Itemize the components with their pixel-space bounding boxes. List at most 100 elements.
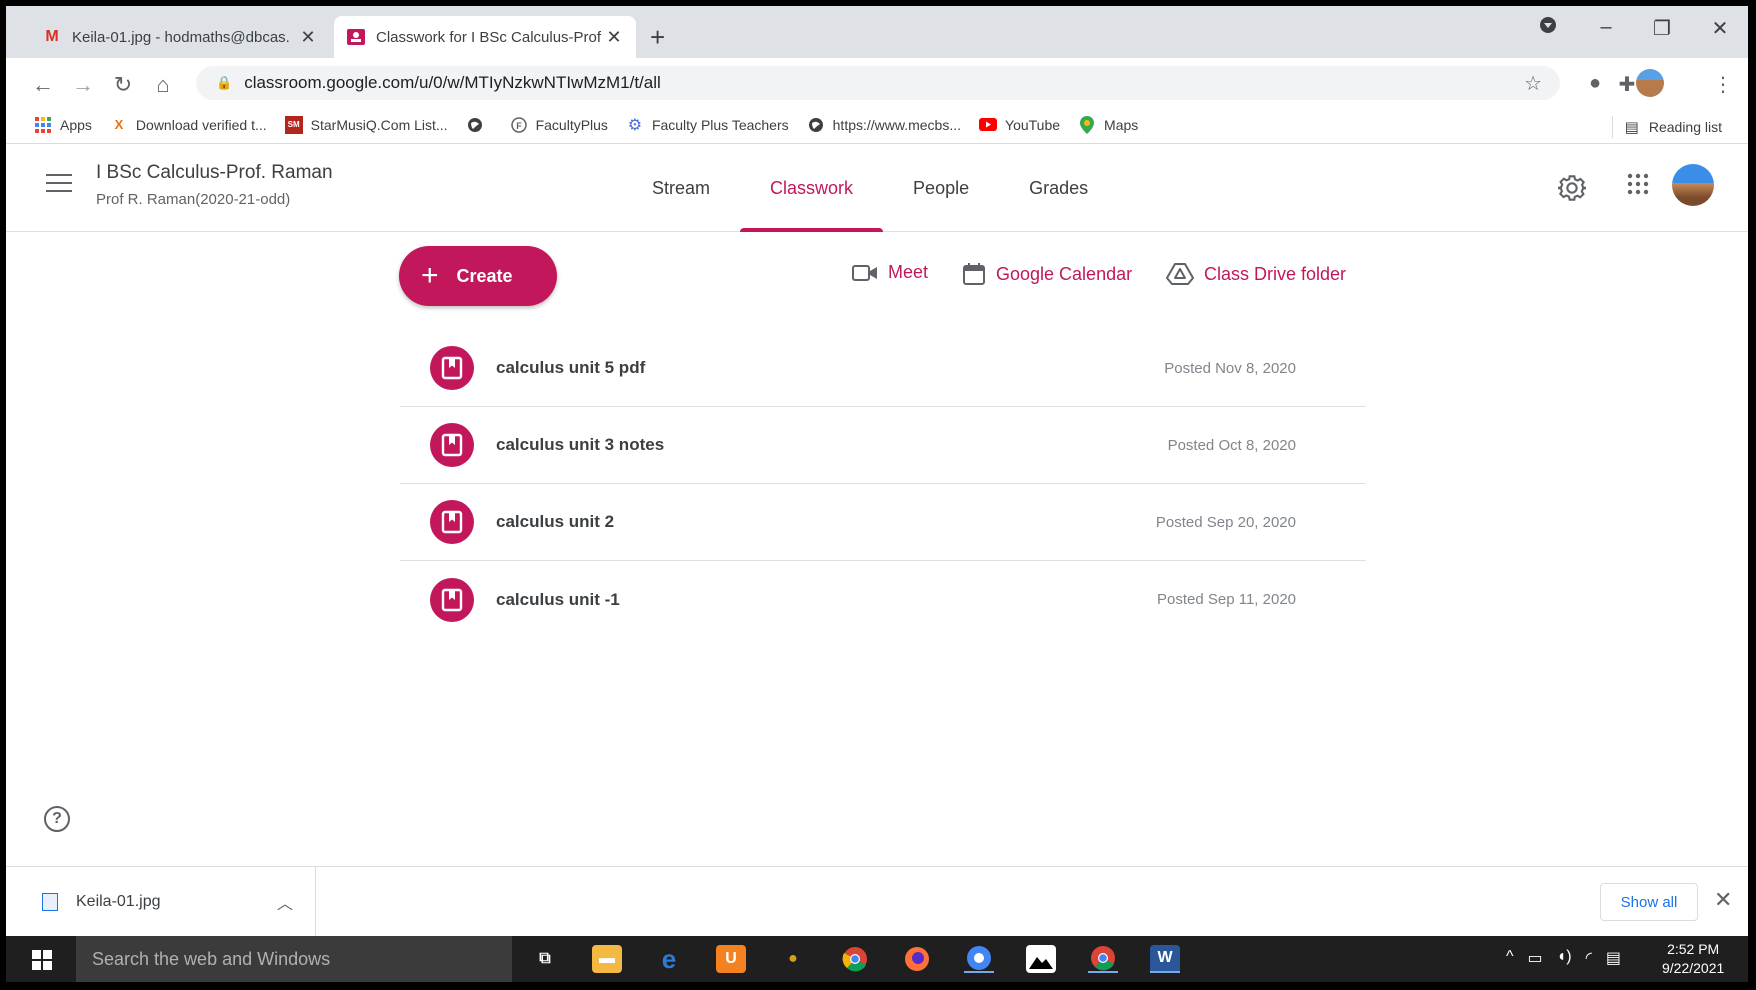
forward-icon[interactable]: → (68, 72, 98, 98)
bookmark-star-icon[interactable]: ☆ (1524, 71, 1542, 96)
reload-icon[interactable]: ↻ (108, 72, 138, 98)
bookmark-faculty-plus-teachers[interactable]: ⚙ Faculty Plus Teachers (626, 116, 789, 134)
tab-stream[interactable]: Stream (622, 144, 740, 232)
taskbar-search-input[interactable]: Search the web and Windows (76, 936, 512, 982)
bookmark-globe[interactable] (466, 116, 492, 134)
material-icon (430, 423, 474, 467)
meet-label: Meet (888, 262, 929, 282)
item-posted-date: Posted Oct 8, 2020 (1167, 436, 1296, 454)
video-camera-icon (852, 263, 878, 283)
material-icon (430, 577, 474, 622)
classwork-item[interactable]: calculus unit -1 Posted Sep 11, 2020 (400, 561, 1366, 638)
browser-tab-classwork[interactable]: Classwork for I BSc Calculus-Prof ✕ (334, 16, 636, 58)
clock-time: 2:52 PM (1667, 941, 1720, 957)
address-bar[interactable]: 🔒 classroom.google.com/u/0/w/MTIyNzkwNTI… (196, 66, 1560, 100)
word-icon[interactable]: W (1150, 945, 1180, 973)
divider (1611, 116, 1613, 138)
download-item[interactable]: Keila-01.jpg ︿ (6, 867, 316, 937)
class-title[interactable]: I BSc Calculus-Prof. Raman (96, 162, 333, 184)
bookmark-maps[interactable]: Maps (1078, 115, 1138, 134)
chevron-up-icon[interactable]: ︿ (277, 890, 293, 914)
reading-list-label: Reading list (1648, 119, 1722, 135)
bookmark-label: https://www.mecbs... (832, 116, 962, 133)
tab-title: Classwork for I BSc Calculus-Prof (376, 28, 602, 46)
chevron-up-icon[interactable]: ^ (1506, 948, 1514, 968)
chrome-icon[interactable] (840, 945, 870, 973)
show-all-button[interactable]: Show all (1600, 883, 1698, 921)
firefox-icon[interactable] (902, 945, 932, 973)
facultyplus-icon: F (510, 116, 528, 134)
close-tab-icon[interactable]: ✕ (604, 27, 624, 48)
battery-icon[interactable]: ▭ (1528, 948, 1543, 968)
class-drive-folder-link[interactable]: Class Drive folder (1166, 262, 1346, 286)
photos-icon[interactable] (1026, 945, 1056, 973)
download-shelf: Keila-01.jpg ︿ Show all ✕ (6, 866, 1748, 937)
chrome-active-icon[interactable] (1088, 945, 1118, 973)
google-calendar-link[interactable]: Google Calendar (962, 262, 1132, 286)
classwork-list: calculus unit 5 pdf Posted Nov 8, 2020 c… (400, 330, 1366, 638)
starmusiq-icon: SM (284, 115, 303, 134)
minimize-icon[interactable]: – (1586, 16, 1626, 39)
close-tab-icon[interactable]: ✕ (298, 27, 318, 48)
file-explorer-icon[interactable]: ▬ (592, 945, 622, 973)
restore-icon[interactable]: ❐ (1642, 16, 1682, 41)
item-title: calculus unit -1 (496, 589, 620, 609)
account-avatar[interactable] (1672, 164, 1714, 206)
chrome-menu-icon[interactable]: ⋮ (1708, 72, 1738, 97)
bookmark-apps[interactable]: Apps (34, 116, 92, 134)
tab-classwork[interactable]: Classwork (740, 144, 884, 232)
app-icon[interactable]: ● (778, 945, 808, 973)
close-window-icon[interactable]: ✕ (1700, 16, 1740, 41)
extension-icon[interactable]: ● (1580, 72, 1610, 95)
create-button[interactable]: + Create (399, 246, 557, 306)
item-title: calculus unit 5 pdf (496, 358, 646, 377)
bookmark-download-verified[interactable]: X Download verified t... (110, 116, 267, 134)
drive-label: Class Drive folder (1204, 263, 1347, 284)
new-tab-button[interactable]: + (650, 22, 665, 53)
class-settings-gear-icon[interactable] (1557, 174, 1587, 209)
bookmark-youtube[interactable]: YouTube (979, 116, 1060, 134)
classwork-item[interactable]: calculus unit 3 notes Posted Oct 8, 2020 (400, 407, 1366, 484)
bookmark-label: YouTube (1005, 116, 1061, 133)
taskbar-clock[interactable]: 2:52 PM 9/22/2021 (1662, 940, 1724, 978)
chrome-profile-icon[interactable] (964, 945, 994, 973)
reading-list-icon: ▤ (1624, 119, 1639, 136)
bookmark-starmusiq[interactable]: SM StarMusiQ.Com List... (284, 115, 448, 134)
uc-browser-icon[interactable]: U (716, 945, 746, 973)
material-icon (430, 500, 474, 544)
meet-link[interactable]: Meet (852, 262, 928, 283)
tab-strip: M Keila-01.jpg - hodmaths@dbcas. ✕ Class… (6, 6, 1748, 58)
class-subtitle: Prof R. Raman(2020-21-odd) (96, 191, 291, 208)
browser-avatar[interactable] (1636, 69, 1664, 97)
back-icon[interactable]: ← (28, 72, 58, 98)
bookmark-mecbs[interactable]: https://www.mecbs... (807, 116, 961, 134)
tab-grades[interactable]: Grades (999, 144, 1118, 232)
bookmark-label: Download verified t... (135, 116, 267, 133)
bookmark-facultyplus[interactable]: F FacultyPlus (510, 116, 608, 134)
item-posted-date: Posted Sep 11, 2020 (1157, 591, 1296, 608)
task-view-icon[interactable]: ⧉ (530, 945, 560, 973)
wifi-icon[interactable]: ◜ (1586, 948, 1592, 968)
reading-list-button[interactable]: ▤ Reading list (1611, 116, 1722, 138)
svg-text:F: F (516, 121, 522, 131)
close-shelf-icon[interactable]: ✕ (1714, 887, 1732, 913)
edge-icon[interactable]: e (654, 944, 684, 974)
classwork-item[interactable]: calculus unit 2 Posted Sep 20, 2020 (400, 484, 1366, 561)
browser-tab-gmail[interactable]: M Keila-01.jpg - hodmaths@dbcas. ✕ (30, 16, 330, 58)
main-menu-icon[interactable] (46, 174, 72, 198)
material-icon (430, 346, 474, 390)
google-apps-grid-icon[interactable] (1626, 172, 1650, 203)
help-icon[interactable]: ? (44, 806, 70, 832)
tab-people[interactable]: People (883, 144, 999, 232)
globe-icon (466, 116, 484, 134)
notifications-icon[interactable]: ▤ (1606, 948, 1621, 968)
home-icon[interactable]: ⌂ (148, 72, 178, 98)
plus-icon: + (421, 259, 439, 292)
windows-start-icon[interactable] (32, 950, 52, 970)
volume-icon[interactable]: ◖) (1557, 948, 1572, 968)
calendar-icon (962, 262, 986, 286)
apps-grid-icon (34, 116, 52, 134)
classwork-item[interactable]: calculus unit 5 pdf Posted Nov 8, 2020 (400, 330, 1366, 407)
class-nav-tabs: Stream Classwork People Grades (622, 144, 1118, 232)
profile-menu-icon[interactable] (1528, 16, 1568, 40)
